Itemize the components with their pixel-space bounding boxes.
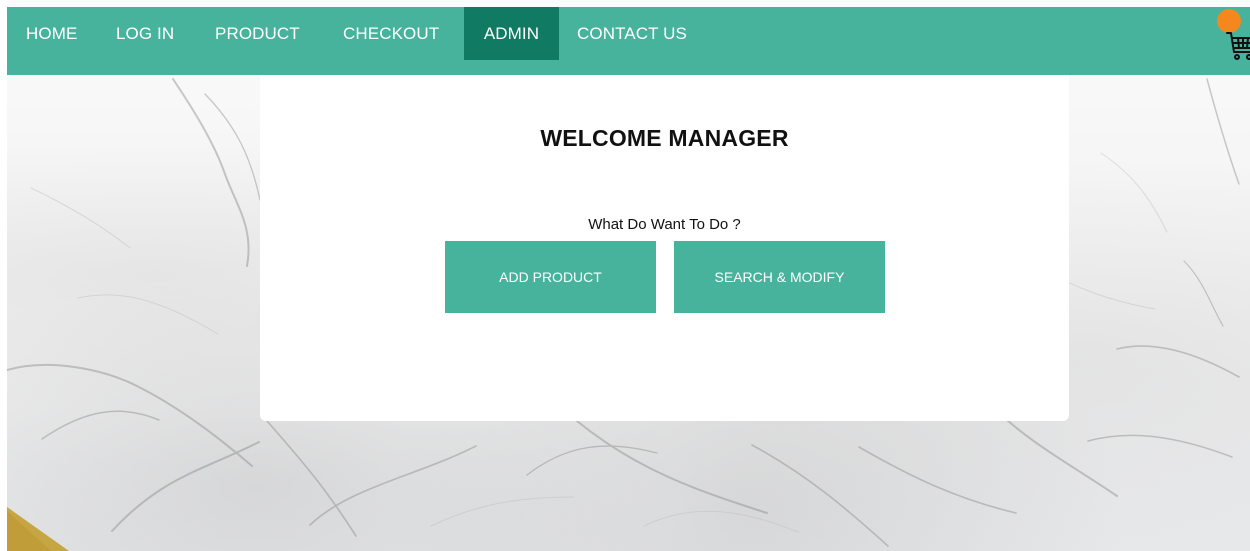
nav-checkout-link[interactable]: CHECKOUT xyxy=(343,7,439,60)
left-page-border xyxy=(0,0,7,551)
search-modify-button[interactable]: SEARCH & MODIFY xyxy=(674,241,885,313)
shopping-cart-button[interactable] xyxy=(1217,9,1250,67)
nav-contact-us-link[interactable]: CONTACT US xyxy=(577,7,687,60)
action-prompt-text: What Do Want To Do ? xyxy=(588,216,741,233)
nav-admin-link-active[interactable]: ADMIN xyxy=(464,7,559,60)
gold-corner-accent xyxy=(7,507,69,551)
shopping-cart-icon xyxy=(1226,32,1250,60)
add-product-button[interactable]: ADD PRODUCT xyxy=(445,241,656,313)
top-navigation-bar: HOME LOG IN PRODUCT CHECKOUT ADMIN CONTA… xyxy=(7,7,1250,75)
nav-home-link[interactable]: HOME xyxy=(26,7,77,60)
welcome-manager-title: WELCOME MANAGER xyxy=(540,125,789,152)
nav-login-link[interactable]: LOG IN xyxy=(116,7,174,60)
admin-page: HOME LOG IN PRODUCT CHECKOUT ADMIN CONTA… xyxy=(0,0,1250,551)
nav-product-link[interactable]: PRODUCT xyxy=(215,7,300,60)
manager-action-card: WELCOME MANAGER What Do Want To Do ? ADD… xyxy=(260,75,1069,421)
